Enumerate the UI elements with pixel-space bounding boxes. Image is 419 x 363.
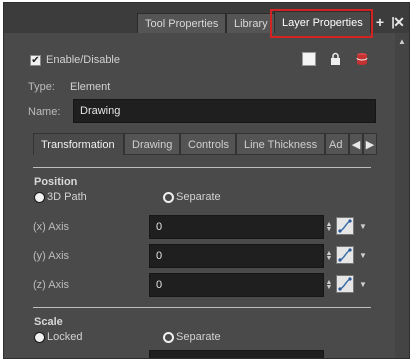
radio-separate[interactable] bbox=[163, 192, 174, 203]
spin-arrows-icon[interactable]: ▲ ▼ bbox=[325, 279, 333, 291]
curve-function-icon[interactable] bbox=[336, 275, 354, 293]
curve-function-icon[interactable] bbox=[336, 246, 354, 264]
radio-scale-separate-label: Separate bbox=[176, 331, 221, 343]
subtab-label: Ad bbox=[329, 139, 343, 151]
radio-locked-label: Locked bbox=[47, 331, 83, 343]
subtab-controls[interactable]: Controls bbox=[180, 133, 236, 155]
subtab-line-thickness[interactable]: Line Thickness bbox=[236, 133, 325, 155]
subtab-transformation[interactable]: Transformation bbox=[33, 133, 124, 155]
add-icon[interactable]: + bbox=[374, 15, 386, 29]
curve-function-icon[interactable] bbox=[336, 217, 354, 235]
tab-tool-properties[interactable]: Tool Properties bbox=[137, 13, 227, 33]
subtab-next-icon[interactable]: ▶ bbox=[363, 133, 377, 155]
y-axis-label: (y) Axis bbox=[33, 250, 70, 262]
divider bbox=[33, 307, 371, 308]
type-label: Type: bbox=[28, 81, 55, 93]
subtab-prev-icon[interactable]: ◀ bbox=[349, 133, 363, 155]
radio-scale-separate[interactable] bbox=[163, 332, 174, 343]
enable-checkbox[interactable]: ✔ bbox=[30, 55, 41, 66]
spin-arrows-icon[interactable]: ▲ ▼ bbox=[325, 250, 333, 262]
dropdown-arrow-icon[interactable]: ▼ bbox=[359, 280, 367, 289]
type-value: Element bbox=[70, 81, 111, 93]
position-title: Position bbox=[34, 176, 78, 188]
subtab-label: Line Thickness bbox=[244, 139, 318, 151]
subtab-label: Controls bbox=[188, 139, 229, 151]
name-field[interactable]: Drawing bbox=[73, 99, 376, 123]
database-icon[interactable] bbox=[356, 52, 368, 69]
tab-label: Tool Properties bbox=[145, 18, 219, 30]
scroll-up-icon[interactable]: ▲ bbox=[397, 37, 407, 47]
name-label: Name: bbox=[28, 106, 61, 118]
subtab-label: Drawing bbox=[132, 139, 173, 151]
radio-3d-path[interactable] bbox=[34, 192, 45, 203]
scrollbar[interactable] bbox=[395, 33, 409, 358]
subtab-drawing[interactable]: Drawing bbox=[124, 133, 180, 155]
dropdown-arrow-icon[interactable]: ▼ bbox=[359, 222, 367, 231]
z-axis-label: (z) Axis bbox=[33, 279, 70, 291]
highlight-box bbox=[270, 9, 373, 38]
tab-label: Library bbox=[234, 18, 268, 30]
layer-properties-window: Tool Properties Library Layer Properties… bbox=[3, 2, 410, 359]
radio-3d-path-label: 3D Path bbox=[47, 191, 87, 203]
spin-arrows-icon[interactable]: ▲ ▼ bbox=[325, 221, 333, 233]
x-axis-field[interactable]: 0 bbox=[149, 215, 324, 239]
radio-separate-label: Separate bbox=[176, 191, 221, 203]
subtab-label: Transformation bbox=[41, 139, 115, 151]
close-icon[interactable]: ✕ bbox=[393, 15, 405, 29]
subtab-advanced[interactable]: Ad bbox=[325, 133, 349, 155]
tab-library[interactable]: Library bbox=[226, 13, 276, 33]
divider bbox=[33, 167, 371, 168]
x-axis-label: (x) Axis bbox=[33, 221, 70, 233]
radio-locked[interactable] bbox=[34, 332, 45, 343]
enable-label: Enable/Disable bbox=[46, 54, 120, 66]
lock-icon[interactable] bbox=[330, 52, 341, 68]
y-axis-field[interactable]: 0 bbox=[149, 244, 324, 268]
scale-title: Scale bbox=[34, 316, 63, 328]
scale-field-partial[interactable] bbox=[149, 350, 324, 358]
z-axis-field[interactable]: 0 bbox=[149, 273, 324, 297]
color-swatch-icon[interactable] bbox=[302, 52, 316, 66]
dropdown-arrow-icon[interactable]: ▼ bbox=[359, 251, 367, 260]
